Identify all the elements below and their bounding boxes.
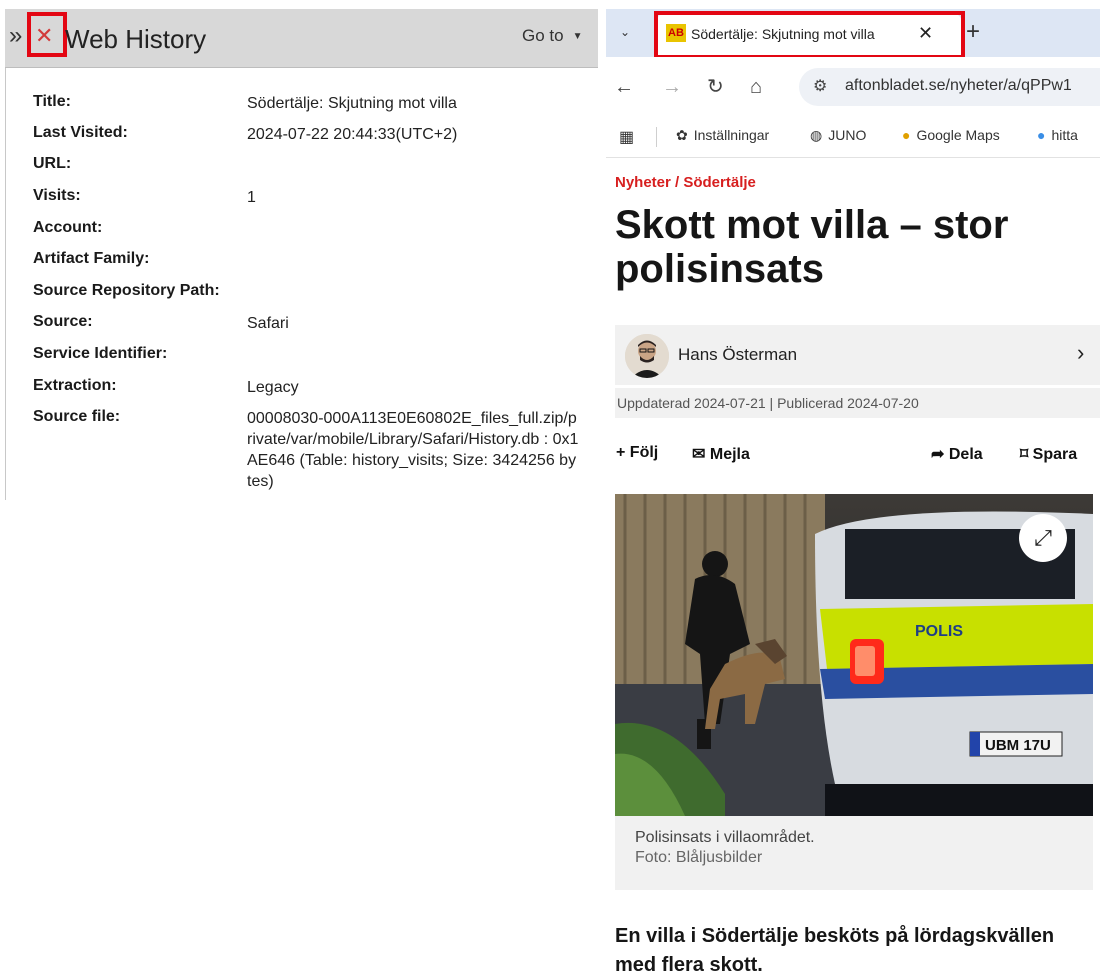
new-tab-icon[interactable]: +	[966, 18, 980, 46]
photo-caption: Polisinsats i villaområdet.	[635, 829, 815, 846]
tab-title: Södertälje: Skjutning mot villa	[691, 26, 875, 42]
browser-toolbar: ← → ↻ ⌂ ⚙ aftonbladet.se/nyheter/a/qPPw1	[606, 57, 1100, 117]
photo-caption-box: Polisinsats i villaområdet. Foto: Blålju…	[615, 816, 1093, 890]
home-icon[interactable]: ⌂	[750, 76, 762, 98]
article-dates: Uppdaterad 2024-07-21 | Publicerad 2024-…	[615, 388, 1100, 418]
save-button[interactable]: ⌑ Spara	[1020, 444, 1077, 464]
bookmark-label: hitta	[1051, 127, 1078, 143]
field-label: Artifact Family:	[33, 250, 150, 267]
field-label: Account:	[33, 219, 103, 236]
field-value: Södertälje: Skjutning mot villa	[247, 95, 457, 112]
mail-button[interactable]: ✉ Mejla	[692, 444, 750, 464]
web-history-panel: » ✕ Web History Go to ▼ Title: Södertälje…	[0, 0, 598, 500]
chevron-right-icon: ›	[1077, 340, 1085, 365]
gear-icon: ✿	[676, 127, 688, 143]
field-label: Source file:	[33, 408, 121, 425]
share-icon: ➦	[931, 446, 949, 463]
field-label: URL:	[33, 155, 72, 172]
article: Nyheter / Södertälje Skott mot villa – s…	[606, 157, 1100, 975]
reload-icon[interactable]: ↻	[707, 76, 724, 98]
address-bar[interactable]: ⚙ aftonbladet.se/nyheter/a/qPPw1	[799, 68, 1100, 106]
field-value: 00008030-000A113E0E60802E_files_full.zip…	[247, 410, 579, 490]
field-label: Service Identifier:	[33, 345, 168, 362]
bookmark-installningar[interactable]: ✿ Inställningar	[676, 127, 769, 144]
goto-label: Go to	[522, 26, 564, 45]
caret-down-icon: ▼	[572, 31, 583, 42]
photo-car-text: POLIS	[915, 623, 963, 640]
plus-icon: +	[616, 444, 630, 461]
tab-active[interactable]: AB Södertälje: Skjutning mot villa ✕	[656, 13, 962, 57]
close-tab-icon[interactable]: ✕	[918, 23, 933, 44]
author-bar[interactable]: Hans Österman ›	[615, 325, 1100, 385]
photo-credit: Foto: Blåljusbilder	[635, 849, 763, 866]
field-label: Source:	[33, 313, 93, 330]
article-photo[interactable]: POLIS UBM 17U ⤢	[615, 494, 1093, 816]
field-value: Legacy	[247, 379, 299, 396]
url-text: aftonbladet.se/nyheter/a/qPPw1	[845, 77, 1072, 94]
field-label: Visits:	[33, 187, 81, 204]
expand-icon[interactable]: ⤢	[1019, 514, 1067, 562]
article-headline: Skott mot villa – stor polisinsats	[615, 203, 1009, 291]
tab-search-chevron-icon[interactable]: ⌄	[612, 19, 638, 45]
forward-arrow-icon[interactable]: →	[662, 76, 682, 98]
bookmark-label: JUNO	[828, 127, 867, 143]
share-button[interactable]: ➦ Dela	[931, 444, 983, 464]
field-label: Last Visited:	[33, 124, 128, 141]
author-name: Hans Österman	[678, 345, 798, 364]
panel-divider	[5, 65, 6, 500]
bookmark-hitta[interactable]: ● hitta	[1037, 127, 1078, 143]
avatar	[625, 334, 669, 378]
bookmarks-bar: ▦ ✿ Inställningar ◍ JUNO ● Google Maps ● hit…	[606, 117, 1100, 158]
tab-bar: ⌄ AB Södertälje: Skjutning mot villa ✕ +	[606, 9, 1100, 59]
bookmark-label: Inställningar	[693, 127, 770, 143]
goto-dropdown[interactable]: Go to ▼	[522, 26, 583, 49]
breadcrumb[interactable]: Nyheter / Södertälje	[615, 174, 756, 191]
apps-grid-icon[interactable]: ▦	[619, 127, 634, 147]
field-label: Source Repository Path:	[33, 282, 220, 299]
hitta-icon: ●	[1037, 127, 1046, 143]
bookmarks-divider	[656, 127, 657, 147]
bookmark-google-maps[interactable]: ● Google Maps	[902, 127, 1000, 143]
mail-icon: ✉	[692, 446, 710, 463]
bookmark-label: Google Maps	[916, 127, 1000, 143]
globe-icon: ◍	[810, 127, 823, 143]
panel-title: Web History	[65, 24, 207, 54]
field-label: Extraction:	[33, 377, 117, 394]
bookmark-juno[interactable]: ◍ JUNO	[810, 127, 866, 144]
field-value: Safari	[247, 315, 289, 332]
aftonbladet-favicon-icon: AB	[666, 24, 686, 42]
field-value: 2024-07-22 20:44:33(UTC+2)	[247, 126, 458, 143]
photo-plate-text: UBM 17U	[985, 737, 1051, 754]
site-info-icon[interactable]: ⚙	[813, 76, 827, 96]
browser-window: ⌄ AB Södertälje: Skjutning mot villa ✕ +…	[606, 9, 1100, 975]
field-label: Title:	[33, 93, 71, 110]
back-arrow-icon[interactable]: ←	[614, 76, 634, 98]
double-chevron-right-icon[interactable]: »	[9, 24, 22, 48]
close-icon[interactable]: ✕	[35, 24, 53, 48]
map-pin-icon: ●	[902, 127, 911, 143]
field-value: 1	[247, 189, 256, 206]
article-lead: En villa i Södertälje besköts på lördags…	[615, 925, 1055, 975]
follow-button[interactable]: + Följ	[616, 444, 658, 462]
bookmark-icon: ⌑	[1020, 446, 1033, 463]
